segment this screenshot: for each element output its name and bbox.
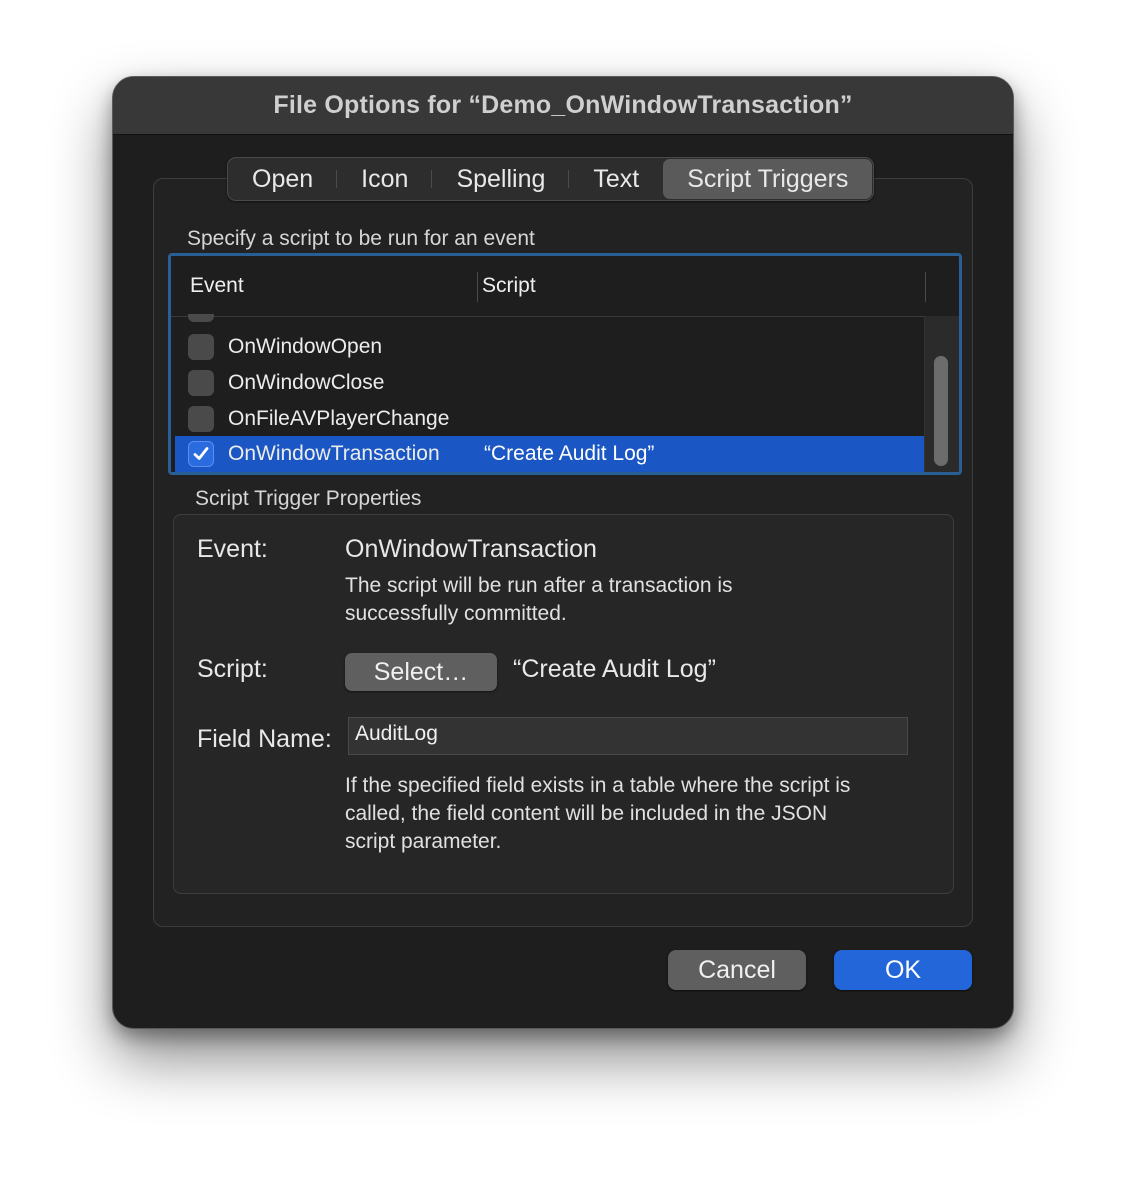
checkmark-icon bbox=[193, 447, 209, 460]
cancel-button[interactable]: Cancel bbox=[668, 950, 806, 990]
event-label: Event: bbox=[197, 535, 268, 563]
scrollbar-thumb[interactable] bbox=[934, 356, 948, 466]
triggers-section-label: Specify a script to be run for an event bbox=[187, 227, 535, 250]
partial-hidden-row bbox=[175, 314, 927, 322]
triggers-table[interactable]: Event Script OnWindowOpen OnWindowClose … bbox=[168, 253, 962, 475]
properties-section-label: Script Trigger Properties bbox=[195, 487, 422, 510]
checkbox[interactable] bbox=[188, 334, 214, 360]
title-bar: File Options for “Demo_OnWindowTransacti… bbox=[113, 77, 1013, 135]
trigger-properties-panel: Event: OnWindowTransaction The script wi… bbox=[173, 514, 954, 894]
window-title: File Options for “Demo_OnWindowTransacti… bbox=[273, 91, 853, 119]
event-description-line: successfully committed. bbox=[345, 602, 567, 625]
column-divider[interactable] bbox=[925, 272, 926, 302]
checkbox-checked[interactable] bbox=[188, 441, 214, 467]
row-script-name: “Create Audit Log” bbox=[484, 442, 655, 465]
checkbox bbox=[188, 314, 214, 322]
table-row[interactable]: OnWindowOpen bbox=[175, 329, 927, 365]
table-row[interactable]: OnFileAVPlayerChange bbox=[175, 401, 927, 437]
field-description-line: If the specified field exists in a table… bbox=[345, 774, 851, 797]
tab-open[interactable]: Open bbox=[228, 159, 338, 199]
row-event-name: OnFileAVPlayerChange bbox=[228, 407, 450, 430]
table-header: Event Script bbox=[171, 256, 931, 317]
tab-spelling[interactable]: Spelling bbox=[432, 159, 570, 199]
tab-icon[interactable]: Icon bbox=[337, 159, 433, 199]
field-description-line: called, the field content will be includ… bbox=[345, 802, 828, 825]
event-description-line: The script will be run after a transacti… bbox=[345, 574, 733, 597]
checkbox[interactable] bbox=[188, 370, 214, 396]
table-row[interactable]: OnWindowClose bbox=[175, 365, 927, 401]
tab-bar: Open Icon Spelling Text Script Triggers bbox=[227, 157, 875, 201]
row-event-name: OnWindowClose bbox=[228, 371, 385, 394]
selected-script-name: “Create Audit Log” bbox=[513, 655, 716, 683]
field-description-line: script parameter. bbox=[345, 830, 502, 853]
column-header-script[interactable]: Script bbox=[482, 256, 536, 316]
column-divider[interactable] bbox=[477, 272, 478, 302]
ok-button[interactable]: OK bbox=[834, 950, 972, 990]
event-value: OnWindowTransaction bbox=[345, 535, 597, 563]
script-label: Script: bbox=[197, 655, 268, 683]
select-script-button[interactable]: Select… bbox=[345, 653, 497, 691]
row-event-name: OnWindowTransaction bbox=[228, 442, 440, 465]
tab-script-triggers[interactable]: Script Triggers bbox=[663, 159, 873, 199]
tab-text[interactable]: Text bbox=[569, 159, 663, 199]
checkbox[interactable] bbox=[188, 406, 214, 432]
file-options-dialog: File Options for “Demo_OnWindowTransacti… bbox=[112, 76, 1014, 1029]
field-name-input[interactable]: AuditLog bbox=[348, 717, 908, 755]
row-event-name: OnWindowOpen bbox=[228, 335, 383, 358]
field-name-label: Field Name: bbox=[197, 725, 332, 753]
vertical-scrollbar[interactable] bbox=[924, 316, 959, 472]
column-header-event[interactable]: Event bbox=[190, 256, 244, 316]
table-row-selected[interactable]: OnWindowTransaction “Create Audit Log” bbox=[175, 436, 927, 472]
